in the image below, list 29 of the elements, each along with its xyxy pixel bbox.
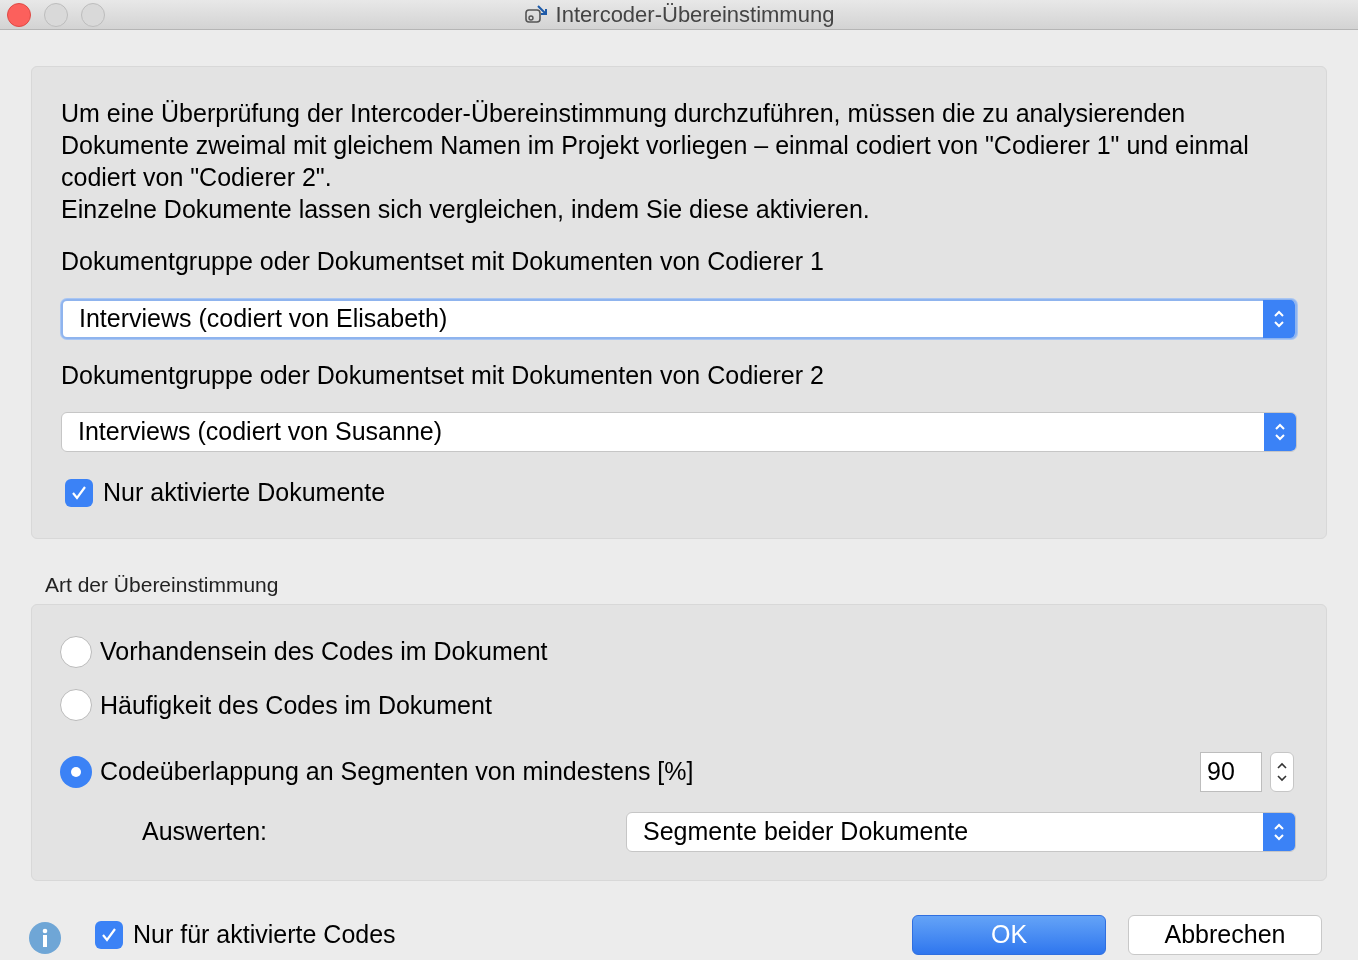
evaluate-label: Auswerten: [142,816,269,848]
evaluate-select[interactable]: Segmente beider Dokumente [626,812,1296,852]
select-label: Dokumentgruppe oder Dokumentset mit Dokumenten von Codierer 2 [61,359,825,391]
popup-arrows-icon [1264,413,1296,451]
checkbox[interactable] [95,921,123,949]
percent-field[interactable]: 90 [1200,752,1262,792]
checkbox-label: Nur aktivierte Dokumente [103,477,386,508]
radio-button[interactable] [60,756,92,788]
window-title: Intercoder-Übereinstimmung [555,1,835,29]
popup-arrows-icon [1263,813,1295,851]
close-button[interactable] [7,3,31,27]
checkbox-label: Nur für aktivierte Codes [133,919,396,951]
stepper-icon[interactable] [1270,752,1294,792]
section-title: Art der Übereinstimmung [45,571,280,598]
cancel-button[interactable]: Abbrechen [1128,915,1322,955]
radio-label: Häufigkeit des Codes im Dokument [100,689,492,721]
radio-label: Codeüberlappung an Segmenten von mindestens [%] [100,756,694,788]
document-select[interactable]: Interviews (codiert von Elisabeth) [61,298,1297,339]
document-select[interactable]: Interviews (codiert von Susanne) [61,412,1297,452]
intro-text: Um eine Überprüfung der Intercoder-Übereinstimmung durchzuführen, müssen die zu analysierenden Dokumente zweimal mit gleichem Namen im Projekt vorliegen – einmal codiert von "Codierer 1" und einmal codiert von "Codierer 2". [61,98,1250,193]
compare-icon [523,3,550,26]
radio-label: Vorhandensein des Codes im Dokument [100,636,548,667]
radio-button[interactable] [60,689,92,722]
select-label: Dokumentgruppe oder Dokumentset mit Dokumenten von Codierer 1 [61,246,825,277]
info-icon[interactable] [29,922,61,954]
popup-arrows-icon [1263,299,1295,338]
radio-button[interactable] [60,635,92,668]
intro-text: Einzelne Dokumente lassen sich vergleichen, indem Sie diese aktivieren. [61,194,871,225]
checkbox[interactable] [65,478,93,507]
